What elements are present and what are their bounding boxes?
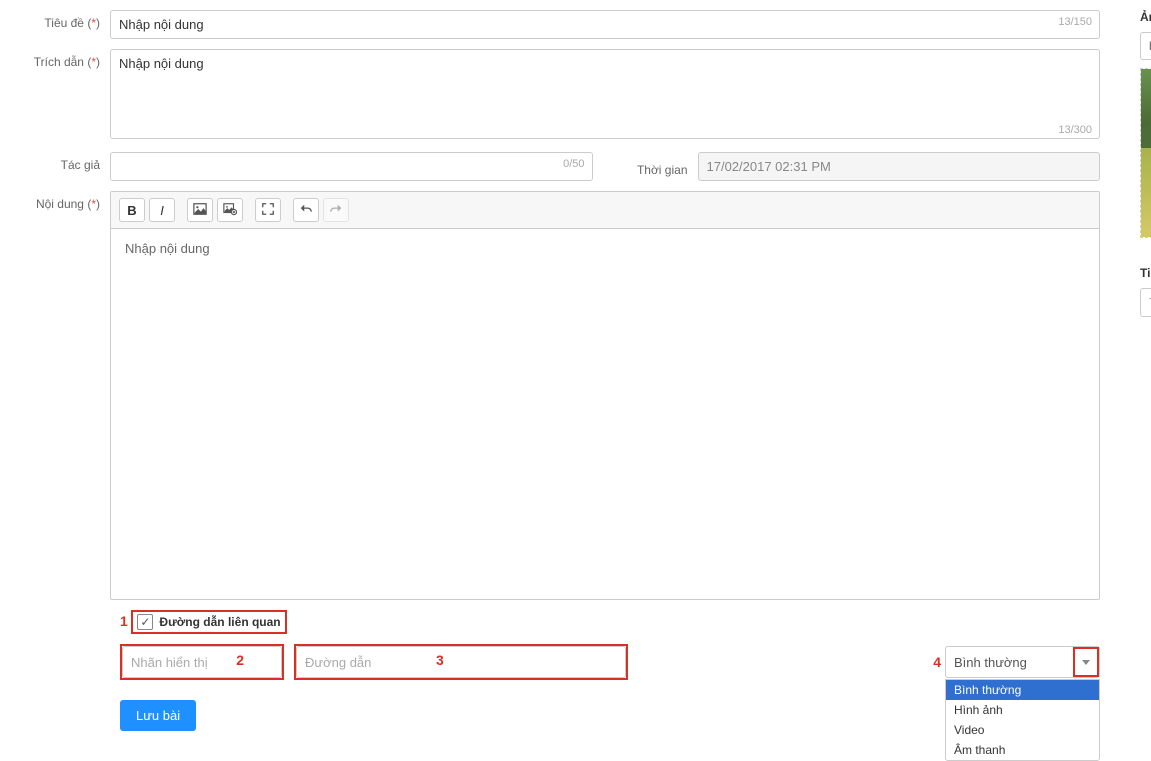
avatar-preview bbox=[1140, 68, 1151, 238]
annotation-4: 4 bbox=[933, 654, 941, 670]
image-link-button[interactable] bbox=[217, 198, 243, 222]
bold-button[interactable]: B bbox=[119, 198, 145, 222]
image-button[interactable] bbox=[187, 198, 213, 222]
fullscreen-icon bbox=[261, 202, 275, 219]
link-type-dropdown[interactable]: Bình thường bbox=[945, 646, 1100, 678]
save-button[interactable]: Lưu bài bbox=[120, 700, 196, 731]
dropdown-option[interactable]: Video bbox=[946, 720, 1099, 740]
dropdown-option[interactable]: Hình ảnh bbox=[946, 700, 1099, 720]
link-type-menu: Bình thường Hình ảnh Video Âm thanh bbox=[945, 679, 1100, 761]
time-readonly: 17/02/2017 02:31 PM bbox=[698, 152, 1101, 181]
dropdown-option[interactable]: Bình thường bbox=[946, 680, 1099, 700]
undo-button[interactable] bbox=[293, 198, 319, 222]
editor-body[interactable]: Nhập nội dung bbox=[111, 229, 1099, 599]
related-link-label: Đường dẫn liên quan bbox=[159, 615, 280, 629]
related-search-input[interactable] bbox=[1140, 288, 1151, 317]
image-link-icon bbox=[223, 202, 237, 219]
link-url-input[interactable] bbox=[296, 646, 626, 678]
avatar-section-label: Ảnh đại diện (*) bbox=[1140, 10, 1151, 24]
content-label: Nội dung (*) bbox=[20, 191, 110, 211]
author-counter: 0/50 bbox=[563, 158, 584, 170]
annotation-1: 1 bbox=[120, 613, 128, 629]
excerpt-counter: 13/300 bbox=[1058, 124, 1092, 136]
display-label-input[interactable] bbox=[122, 646, 282, 678]
title-label: Tiêu đề (*) bbox=[20, 10, 110, 30]
dropdown-caret-box[interactable] bbox=[1073, 647, 1099, 677]
fullscreen-button[interactable] bbox=[255, 198, 281, 222]
dropdown-option[interactable]: Âm thanh bbox=[946, 740, 1099, 760]
time-label: Thời gian bbox=[618, 157, 698, 177]
title-input[interactable] bbox=[110, 10, 1100, 39]
chevron-down-icon bbox=[1082, 660, 1090, 665]
author-label: Tác giả bbox=[20, 152, 110, 172]
redo-icon bbox=[329, 202, 343, 219]
excerpt-label: Trích dẫn (*) bbox=[20, 49, 110, 69]
related-section-label: Tin liên quan (0/3) bbox=[1140, 266, 1151, 280]
related-link-checkbox[interactable]: ✓ bbox=[137, 614, 153, 630]
annotation-3: 3 bbox=[436, 652, 444, 668]
title-counter: 13/150 bbox=[1058, 16, 1092, 28]
redo-button[interactable] bbox=[323, 198, 349, 222]
excerpt-textarea[interactable] bbox=[110, 49, 1100, 139]
image-icon bbox=[193, 202, 207, 219]
annotation-2: 2 bbox=[236, 652, 244, 668]
rich-editor: B I bbox=[110, 191, 1100, 600]
editor-toolbar: B I bbox=[111, 192, 1099, 229]
avatar-path-display: blob:http://oa.zalo.me/084ddf02-2faa- bbox=[1140, 32, 1151, 60]
undo-icon bbox=[299, 202, 313, 219]
italic-button[interactable]: I bbox=[149, 198, 175, 222]
author-input[interactable] bbox=[110, 152, 593, 181]
